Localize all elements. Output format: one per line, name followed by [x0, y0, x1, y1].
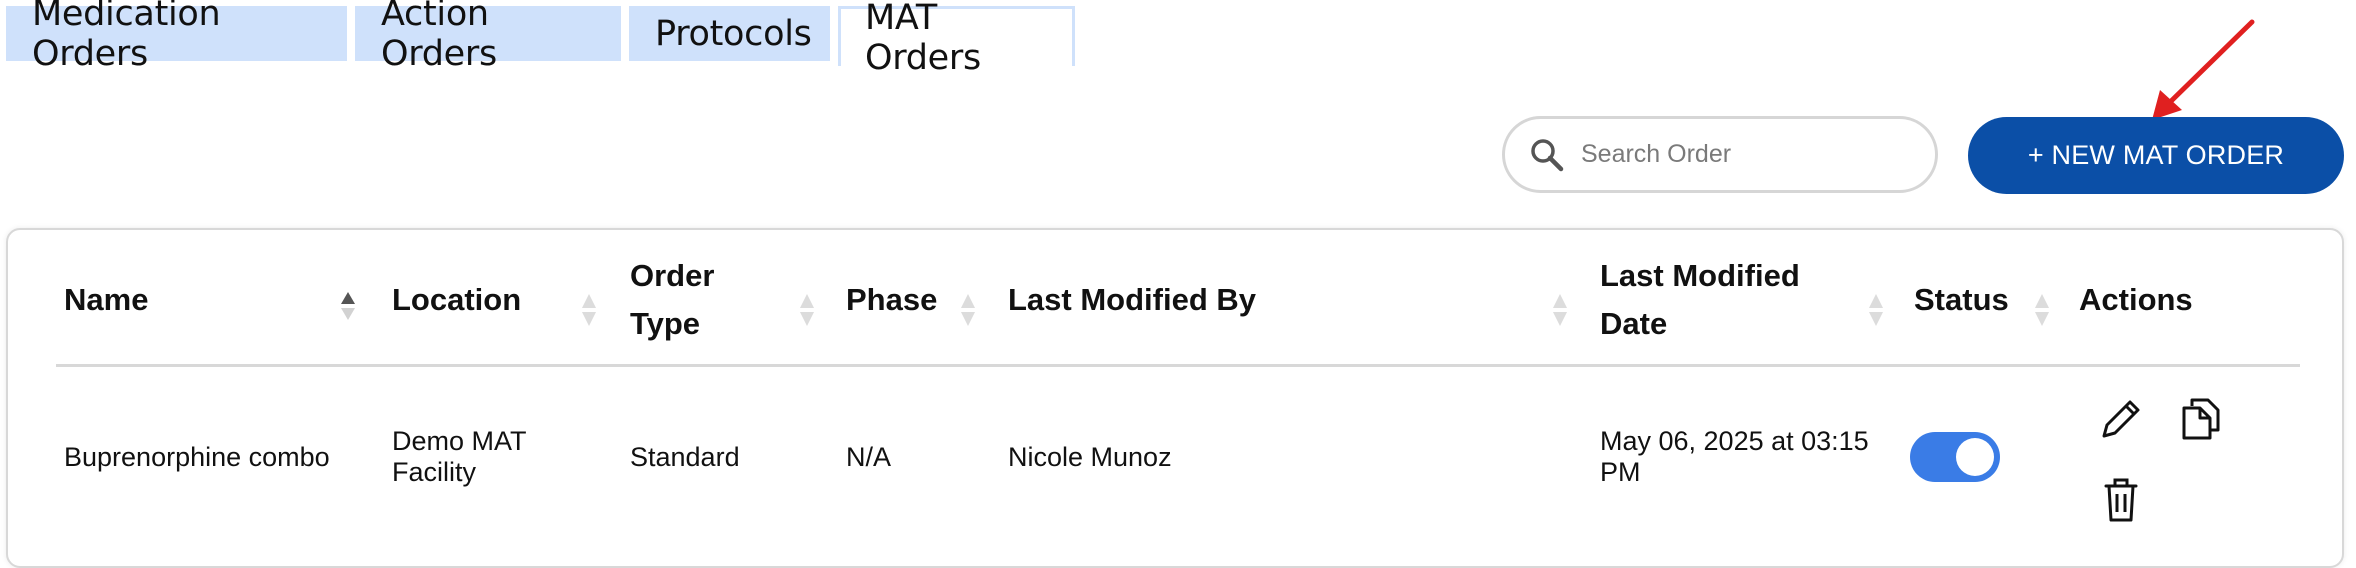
sort-icon[interactable]: [1866, 292, 1886, 332]
column-header-actions: Actions: [2079, 282, 2193, 317]
cell-location: Demo MAT Facility: [392, 426, 527, 487]
cell-last-modified-date: May 06, 2025 at 03:15 PM: [1600, 426, 1869, 487]
delete-trash-icon[interactable]: [2096, 474, 2146, 524]
search-input[interactable]: [1579, 139, 1913, 170]
sort-icon[interactable]: [579, 292, 599, 332]
search-box[interactable]: [1502, 116, 1938, 193]
toggle-knob: [1956, 438, 1994, 476]
column-header-last-modified-by[interactable]: Last Modified By: [1008, 230, 1256, 370]
new-mat-order-button[interactable]: + NEW MAT ORDER: [1968, 117, 2344, 194]
column-header-phase[interactable]: Phase: [846, 230, 937, 370]
cell-name: Buprenorphine combo: [64, 442, 330, 472]
sort-icon[interactable]: [2032, 292, 2052, 332]
cell-order-type: Standard: [630, 442, 740, 472]
edit-pencil-icon[interactable]: [2096, 394, 2146, 444]
tab-medication-orders[interactable]: Medication Orders: [6, 0, 347, 74]
tab-protocols[interactable]: Protocols: [629, 6, 830, 61]
sort-icon[interactable]: [338, 290, 358, 330]
column-header-location[interactable]: Location: [392, 230, 521, 370]
orders-table: Name Location Order Type Phase Last Modi…: [6, 228, 2344, 568]
tab-mat-orders[interactable]: MAT Orders: [838, 0, 1075, 78]
header-divider: [56, 364, 2300, 367]
annotation-arrow-icon: [2152, 19, 2255, 120]
cell-phase: N/A: [846, 442, 892, 472]
search-icon: [1531, 138, 1564, 171]
column-header-last-modified-date[interactable]: Last Modified Date: [1600, 230, 1800, 370]
tab-action-orders[interactable]: Action Orders: [355, 0, 621, 74]
cell-last-modified-by: Nicole Munoz: [1008, 442, 1172, 472]
copy-icon[interactable]: [2176, 394, 2226, 444]
sort-icon[interactable]: [797, 292, 817, 332]
column-header-name[interactable]: Name: [64, 230, 148, 370]
column-header-status[interactable]: Status: [1914, 230, 2009, 370]
sort-icon[interactable]: [958, 292, 978, 332]
column-header-order-type[interactable]: Order Type: [630, 230, 714, 370]
sort-icon[interactable]: [1550, 292, 1570, 332]
status-toggle[interactable]: [1910, 432, 2000, 482]
order-tabs: Medication Orders Action Orders Protocol…: [6, 0, 1083, 78]
